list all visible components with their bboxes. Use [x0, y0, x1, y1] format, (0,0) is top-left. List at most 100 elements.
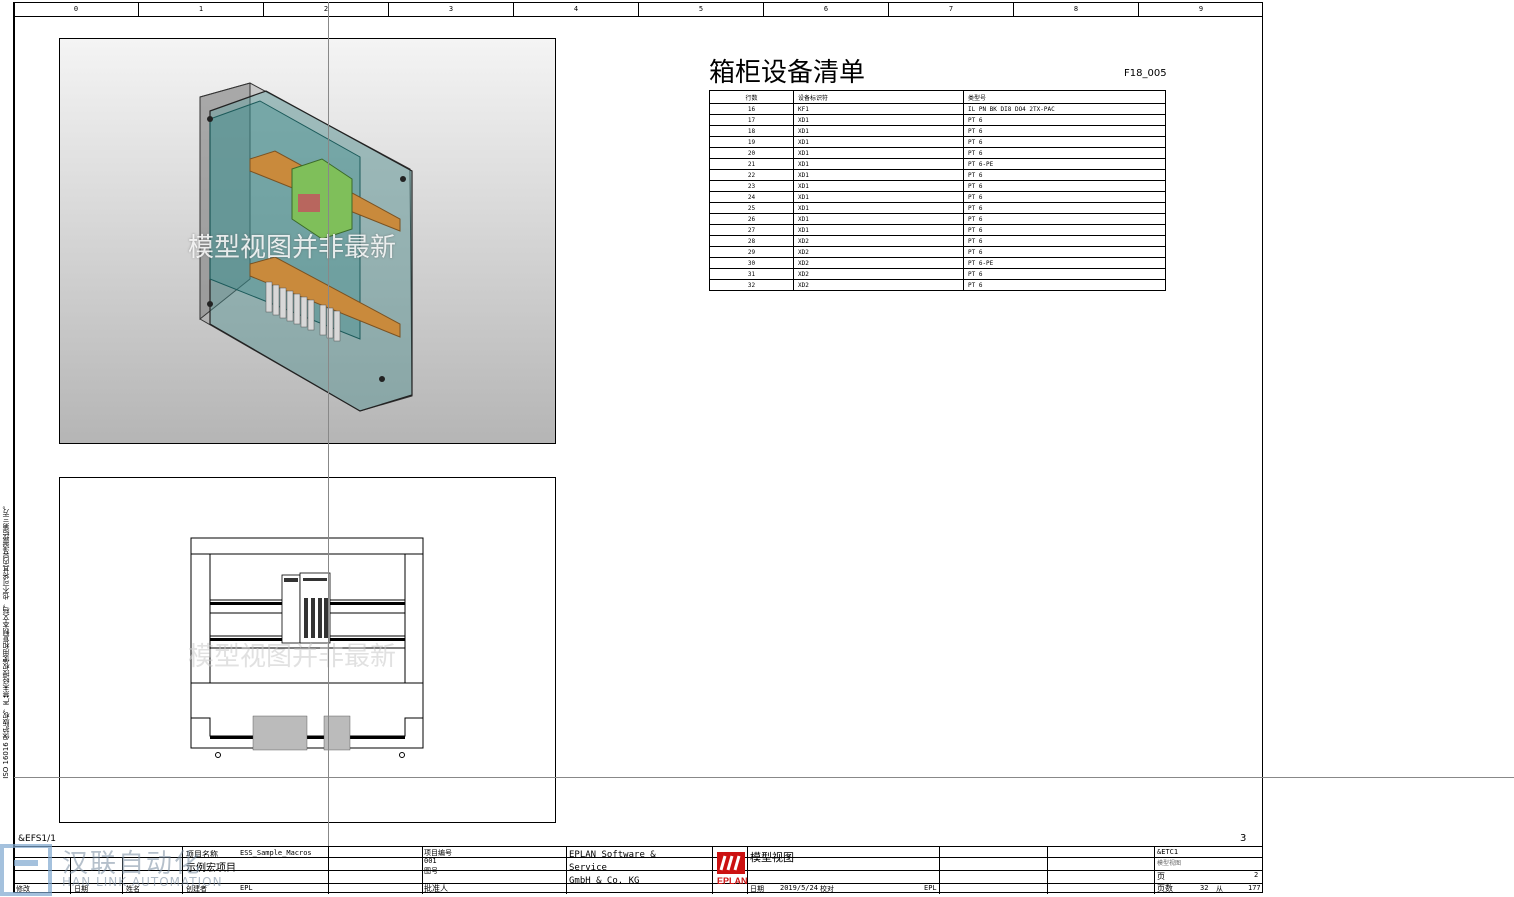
- column-label: 5: [639, 2, 764, 16]
- device-tag: XD1: [793, 125, 964, 137]
- table-row: 16 KF1 IL PN BK DI8 DO4 2TX-PAC: [709, 103, 1166, 115]
- type-number: PT 6: [963, 213, 1166, 225]
- parts-list-table: 行数 设备标识符 类型号 16 KF1 IL PN BK DI8 DO4 2TX-P…: [709, 90, 1166, 291]
- table-row: 23 XD1 PT 6: [709, 180, 1166, 192]
- column-label: 2: [264, 2, 389, 16]
- form-code: F18_005: [1124, 68, 1167, 79]
- type-number: PT 6: [963, 202, 1166, 214]
- table-row: 21 XD1 PT 6-PE: [709, 158, 1166, 170]
- row-number: 30: [709, 257, 794, 269]
- device-tag: XD1: [793, 169, 964, 181]
- type-number: PT 6: [963, 147, 1166, 159]
- column-label: 7: [889, 2, 1014, 16]
- table-row: 27 XD1 PT 6: [709, 224, 1166, 236]
- row-number: 21: [709, 158, 794, 170]
- type-number: PT 6: [963, 180, 1166, 192]
- location: &ETC1: [1157, 848, 1179, 856]
- from-value: 177: [1248, 884, 1261, 892]
- table-row: 30 XD2 PT 6-PE: [709, 257, 1166, 269]
- row-number: 29: [709, 246, 794, 258]
- table-row: 22 XD1 PT 6: [709, 169, 1166, 181]
- row-number: 32: [709, 279, 794, 291]
- row-number: 22: [709, 169, 794, 181]
- date-label: 日期: [750, 885, 764, 893]
- page-value: 2: [1254, 871, 1259, 879]
- header-row-no: 行数: [709, 90, 794, 104]
- model-3d-viewport[interactable]: 模型视图并非最新: [59, 38, 556, 444]
- total-value: 32: [1200, 884, 1209, 892]
- table-row: 29 XD2 PT 6: [709, 246, 1166, 258]
- svg-text:EPLAN: EPLAN: [717, 876, 747, 886]
- device-tag: XD1: [793, 136, 964, 148]
- type-number: PT 6: [963, 114, 1166, 126]
- total-label: 页数: [1157, 884, 1173, 893]
- column-label: 6: [764, 2, 889, 16]
- header-device-tag: 设备标识符: [793, 90, 964, 104]
- approver-label: 批准人: [424, 884, 448, 893]
- column-label: 9: [1198, 5, 1204, 13]
- type-number: PT 6: [963, 224, 1166, 236]
- row-number: 25: [709, 202, 794, 214]
- eplan-logo: EPLAN: [717, 852, 747, 886]
- row-number: 24: [709, 191, 794, 203]
- row-number: 28: [709, 235, 794, 247]
- type-number: PT 6: [963, 279, 1166, 291]
- table-row: 17 XD1 PT 6: [709, 114, 1166, 126]
- device-tag: XD1: [793, 158, 964, 170]
- device-tag: KF1: [793, 103, 964, 115]
- type-number: PT 6: [963, 136, 1166, 148]
- type-number: IL PN BK DI8 DO4 2TX-PAC: [963, 103, 1166, 115]
- crosshair-horizontal: [14, 777, 1514, 778]
- type-number: PT 6-PE: [963, 158, 1166, 170]
- parts-list-title: 箱柜设备清单: [709, 58, 866, 88]
- type-number: PT 6: [963, 169, 1166, 181]
- page-label: 页: [1157, 872, 1165, 881]
- type-number: PT 6: [963, 191, 1166, 203]
- row-number: 19: [709, 136, 794, 148]
- brand-watermark-en: HAN LINK AUTOMATION: [62, 875, 223, 889]
- row-number: 16: [709, 103, 794, 115]
- device-tag: XD1: [793, 147, 964, 159]
- table-row: 19 XD1 PT 6: [709, 136, 1166, 148]
- device-tag: XD2: [793, 257, 964, 269]
- crosshair-vertical: [328, 2, 329, 893]
- row-number: 27: [709, 224, 794, 236]
- type-number: PT 6: [963, 235, 1166, 247]
- table-row: 20 XD1 PT 6: [709, 147, 1166, 159]
- table-row: 25 XD1 PT 6: [709, 202, 1166, 214]
- device-tag: XD2: [793, 235, 964, 247]
- row-number: 26: [709, 213, 794, 225]
- type-number: PT 6: [963, 268, 1166, 280]
- project-name: ESS_Sample_Macros: [240, 849, 312, 857]
- page-title: 模型视图: [750, 851, 794, 864]
- device-tag: XD1: [793, 114, 964, 126]
- device-tag: XD1: [793, 213, 964, 225]
- page-number: 3: [1240, 833, 1247, 844]
- copyright-note: ISO 16016 保护版权，严禁未经授权使用和复制本文档，也不可将其内容透露给…: [2, 502, 10, 779]
- company-line: EPLAN Software &: [569, 850, 656, 860]
- drawing-no-label: 图号: [424, 867, 438, 875]
- table-row: 32 XD2 PT 6: [709, 279, 1166, 291]
- device-tag: XD1: [793, 180, 964, 192]
- row-number: 31: [709, 268, 794, 280]
- type-number: PT 6: [963, 125, 1166, 137]
- row-number: 20: [709, 147, 794, 159]
- device-tag: XD2: [793, 268, 964, 280]
- table-row: 28 XD2 PT 6: [709, 235, 1166, 247]
- company-line: GmbH & Co. KG: [569, 876, 640, 886]
- project-no: 001: [424, 857, 437, 865]
- column-label: 4: [514, 2, 639, 16]
- table-row: 31 XD2 PT 6: [709, 268, 1166, 280]
- type-number: PT 6: [963, 246, 1166, 258]
- check-value: EPL: [924, 884, 937, 892]
- table-row: 26 XD1 PT 6: [709, 213, 1166, 225]
- column-label: 8: [1014, 2, 1139, 16]
- device-tag: XD1: [793, 224, 964, 236]
- check-label: 校对: [820, 885, 834, 893]
- model-front-viewport[interactable]: 模型视图并非最新: [59, 477, 556, 823]
- table-row: 24 XD1 PT 6: [709, 191, 1166, 203]
- left-margin-strip: ISO 16016 保护版权，严禁未经授权使用和复制本文档，也不可将其内容透露给…: [0, 2, 14, 893]
- location-sub: 模型视图: [1157, 860, 1182, 867]
- device-tag: XD2: [793, 279, 964, 291]
- column-label: 3: [389, 2, 514, 16]
